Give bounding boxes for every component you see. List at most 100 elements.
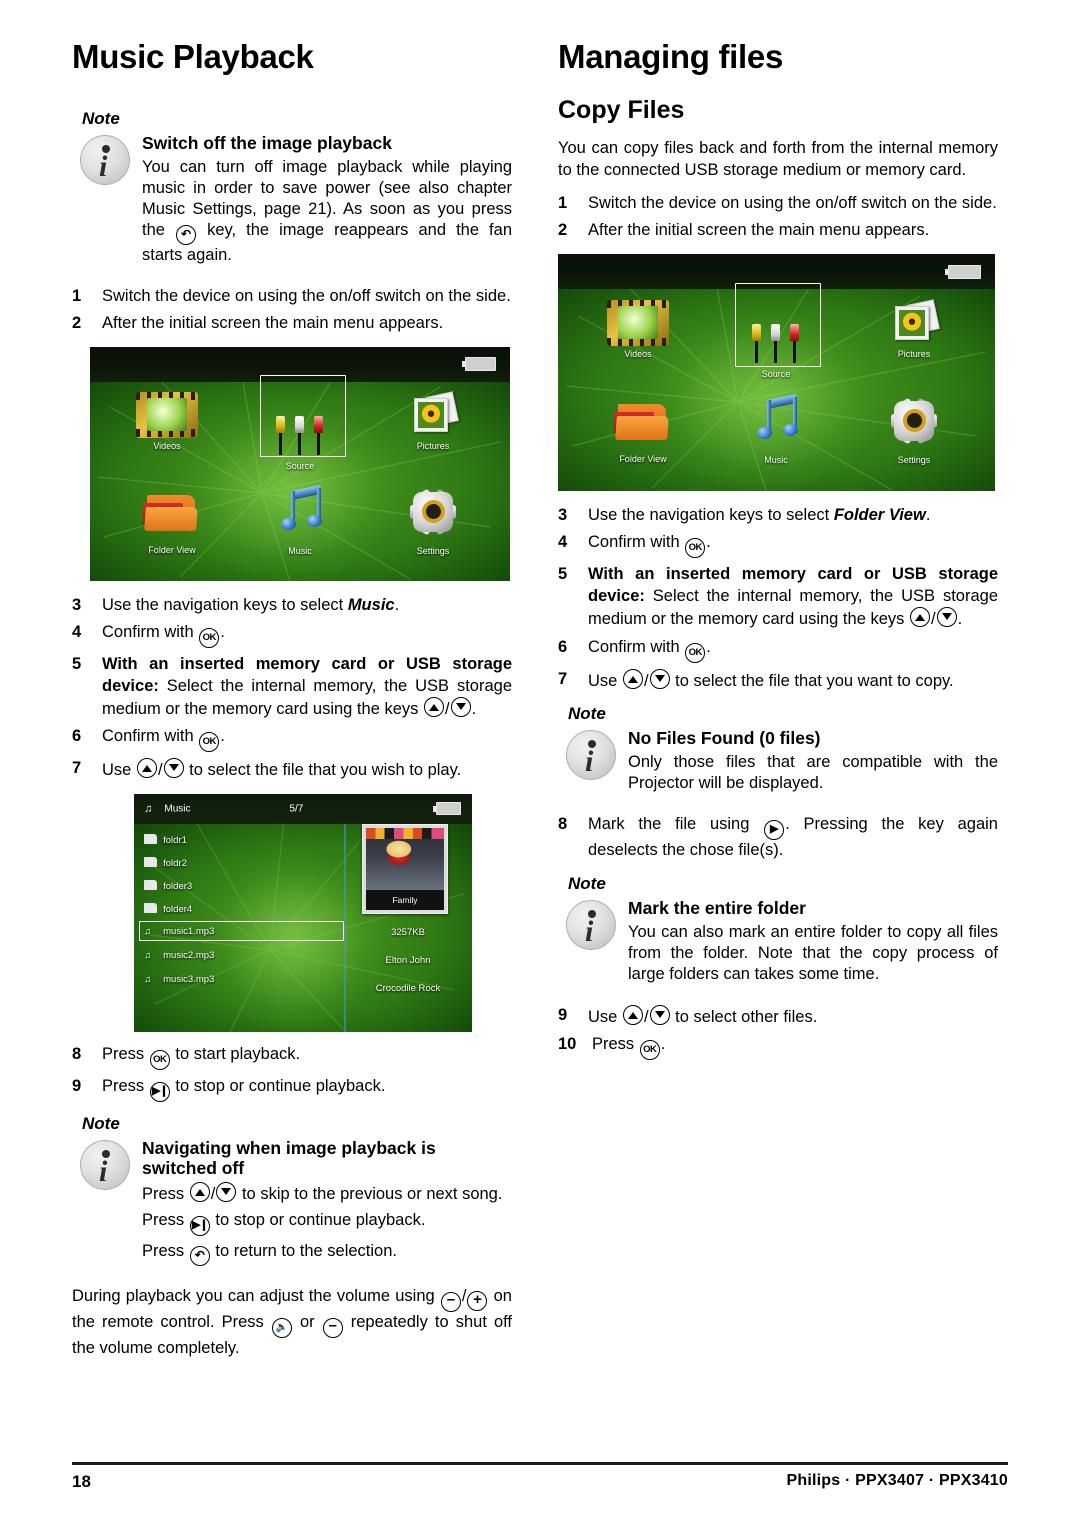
play-pause-key-icon: ▶❙ — [149, 1081, 170, 1102]
browser-header: ♫ Music 5/7 — [134, 793, 472, 824]
selection-highlight-source — [260, 374, 346, 457]
info-icon: i — [566, 730, 616, 781]
selection-highlight-row — [139, 920, 344, 941]
note-body-line-2: Press ▶❙ to stop or continue playback. — [142, 1210, 512, 1237]
volume-down-key-icon: – — [322, 1318, 343, 1339]
step-text-tail: . — [706, 637, 711, 656]
step-text-tail: to start playback. — [175, 1044, 301, 1063]
mute-key-icon: 🔈 — [271, 1318, 292, 1339]
left-column: Music Playback Note i Switch off the ima… — [72, 39, 513, 1372]
step-number: 8 — [558, 815, 568, 834]
step-number: 9 — [558, 1005, 568, 1024]
up-key-icon — [136, 758, 157, 779]
step-text-tail: to select the file that you want to copy… — [675, 671, 954, 690]
list-item: 1 Switch the device on using the on/off s… — [72, 286, 512, 307]
info-icon: i — [566, 899, 616, 950]
info-icon: i — [80, 1139, 130, 1190]
menu-cell-label: Videos — [624, 348, 652, 359]
steps-list-b-right: 3 Use the navigation keys to select Folde… — [558, 505, 998, 692]
page-title-managing-files: Managing files — [558, 38, 783, 75]
device-screenshot-music-browser: ♫ Music 5/7 foldr1 foldr2 folder3 folder… — [134, 793, 472, 1032]
step-number: 5 — [558, 565, 568, 584]
list-item[interactable]: folder3 — [144, 879, 192, 892]
menu-cell-pictures[interactable]: Pictures — [378, 391, 488, 451]
step-text-tail: to select other files. — [675, 1007, 818, 1026]
menu-cell-pictures[interactable]: Pictures — [858, 299, 970, 359]
up-key-icon — [622, 1004, 643, 1025]
list-item-label: folder4 — [163, 903, 193, 915]
menu-cell-folder-view[interactable]: Folder View — [582, 400, 704, 464]
menu-cell-videos[interactable]: Videos — [112, 391, 222, 451]
manual-page: Music Playback Note i Switch off the ima… — [0, 0, 1080, 1528]
menu-cell-label: Folder View — [148, 544, 196, 555]
menu-cell-settings[interactable]: Settings — [378, 487, 488, 556]
step-number: 6 — [558, 637, 568, 656]
volume-up-key-icon: + — [467, 1291, 488, 1312]
videos-icon — [136, 391, 198, 438]
battery-icon — [432, 802, 461, 816]
step-text: Confirm with — [588, 533, 680, 552]
list-item: 9 Press ▶❙ to stop or continue playback. — [72, 1076, 512, 1102]
folder-icon — [144, 833, 158, 844]
menu-cell-folder-view[interactable]: Folder View — [112, 491, 232, 555]
step-number: 3 — [558, 505, 568, 524]
step-text: After the initial screen the main menu a… — [588, 221, 930, 240]
music-note-icon: ♫ — [144, 949, 152, 961]
artist-name: Elton John — [385, 954, 431, 966]
step-number: 1 — [558, 194, 568, 213]
note-body-line-1: Press / to skip to the previous or next … — [142, 1182, 512, 1205]
step-text-tail: . — [394, 595, 400, 614]
menu-cell-label: Folder View — [619, 453, 667, 464]
step-number: 9 — [72, 1076, 82, 1095]
menu-cell-music[interactable]: Music — [245, 484, 355, 556]
browser-title: Music — [164, 803, 191, 815]
note-body: You can turn off image playback while pl… — [142, 157, 512, 266]
step-text-tail: . — [471, 699, 477, 718]
menu-cell-settings[interactable]: Settings — [858, 396, 970, 465]
list-item[interactable]: ♫ music2.mp3 — [144, 950, 214, 961]
list-item[interactable]: ♫ music3.mp3 — [144, 974, 214, 985]
menu-cell-music[interactable]: Music — [720, 393, 832, 465]
music-note-icon — [272, 484, 328, 537]
list-item: 3 Use the navigation keys to select Folde… — [558, 505, 998, 526]
list-item-label: music2.mp3 — [163, 949, 215, 961]
step-text-tail: . — [220, 727, 225, 746]
music-note-icon — [748, 393, 804, 446]
closing-paragraph-volume: During playback you can adjust the volum… — [72, 1287, 513, 1358]
gear-icon — [405, 487, 461, 537]
list-item: 10 Press OK. — [558, 1034, 998, 1061]
note-no-files-found: i No Files Found (0 files) Only those fi… — [558, 728, 998, 794]
step-text-tail: . — [925, 505, 931, 524]
music-note-icon: ♫ — [144, 802, 153, 815]
menu-cell-videos[interactable]: Videos — [582, 299, 694, 359]
up-key-icon — [622, 668, 643, 689]
note-body: Only those files that are compatible wit… — [628, 753, 998, 793]
step-text-tail: to stop or continue playback. — [175, 1076, 386, 1095]
list-item[interactable]: foldr2 — [144, 856, 187, 869]
step-text: Use the navigation keys to select — [588, 505, 830, 524]
selection-highlight-source — [735, 282, 821, 367]
note-label-4: Note — [568, 873, 606, 893]
list-item: 6 Confirm with OK. — [558, 637, 998, 663]
pictures-icon — [402, 391, 464, 438]
note-body-part-b: key, the image reappears and the fan sta… — [142, 220, 512, 264]
step-text: Confirm with — [102, 727, 194, 746]
note-switch-off-image-playback: i Switch off the image playback You can … — [72, 133, 512, 266]
list-item[interactable]: foldr1 — [144, 833, 187, 846]
videos-icon — [607, 299, 669, 346]
note-mark-entire-folder: i Mark the entire folder You can also ma… — [558, 898, 998, 985]
step-number: 2 — [72, 314, 82, 333]
track-title: Crocodile Rock — [375, 982, 441, 994]
note-title: No Files Found (0 files) — [628, 728, 821, 749]
steps-list-a-left: 1 Switch the device on using the on/off s… — [72, 286, 512, 335]
note-text-tail: to return to the selection. — [215, 1242, 397, 1261]
step-text: Use — [588, 1007, 618, 1026]
list-item[interactable]: folder4 — [144, 902, 193, 915]
list-item: 7 Use / to select the file that you wish … — [72, 758, 462, 780]
step-number: 6 — [72, 727, 82, 746]
battery-icon — [944, 264, 981, 279]
step-text: Confirm with — [588, 637, 680, 656]
up-key-icon — [909, 607, 930, 628]
menu-cell-label: Source — [285, 460, 315, 471]
step-text-tail: . — [220, 623, 225, 642]
